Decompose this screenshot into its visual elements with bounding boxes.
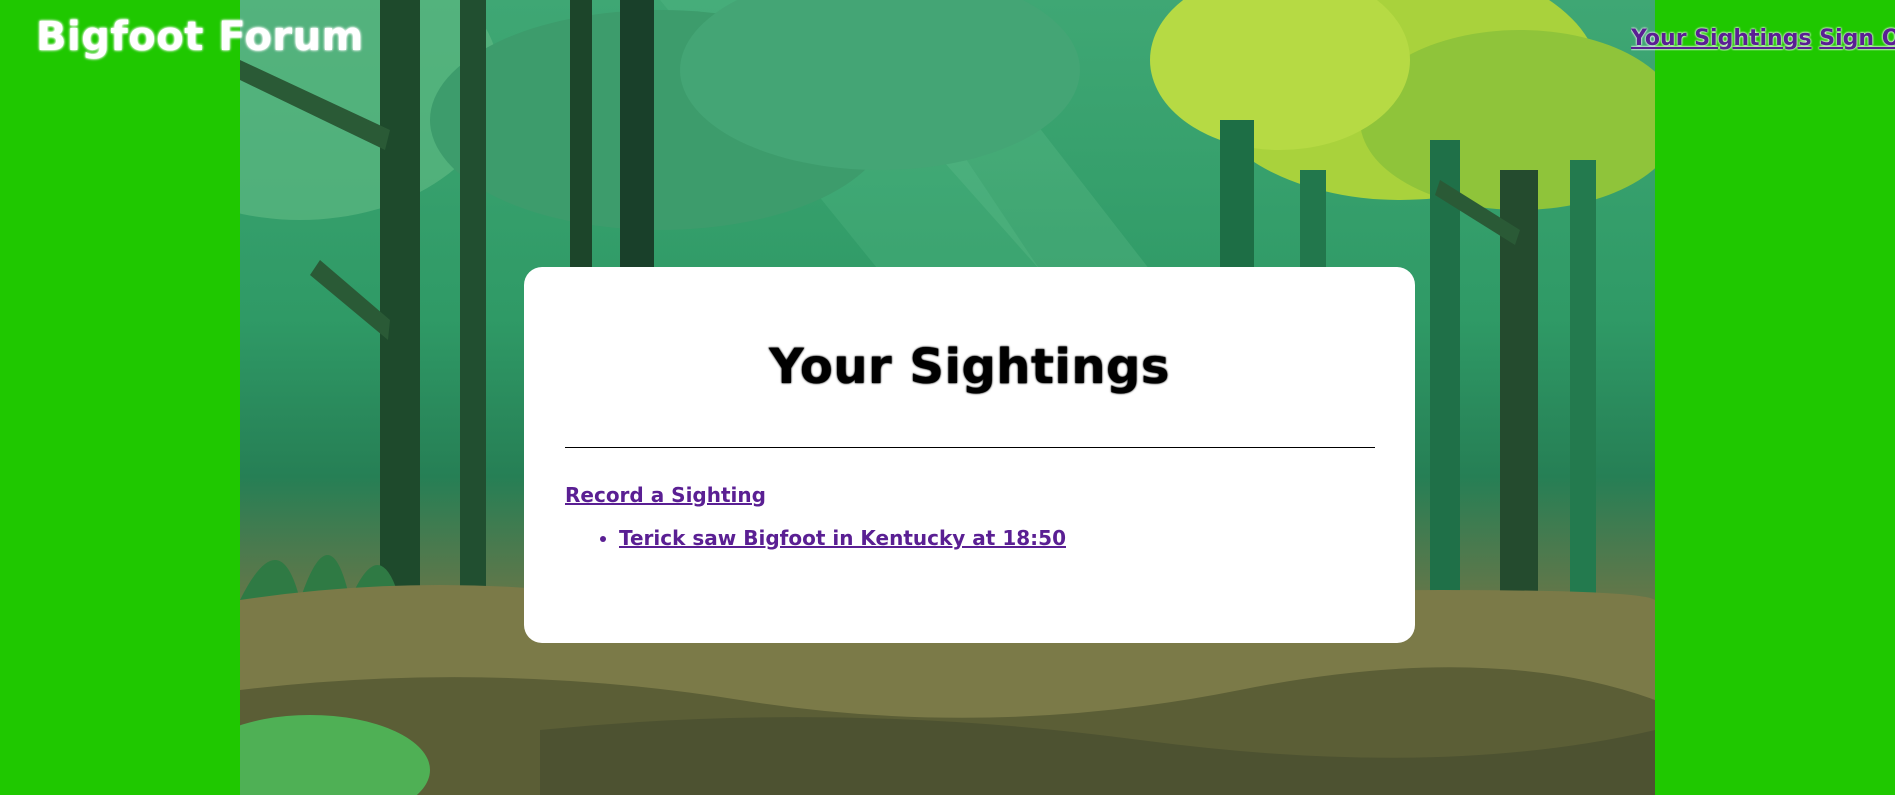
site-title: Bigfoot Forum bbox=[36, 14, 364, 60]
nav-sign-out-link[interactable]: Sign Out bbox=[1819, 26, 1895, 51]
divider bbox=[565, 447, 1375, 448]
top-navigation: Your Sightings Sign Out bbox=[1631, 26, 1895, 51]
record-sighting-link[interactable]: Record a Sighting bbox=[565, 483, 766, 507]
nav-your-sightings-link[interactable]: Your Sightings bbox=[1631, 26, 1812, 51]
list-item: Terick saw Bigfoot in Kentucky at 18:50 bbox=[619, 526, 1066, 550]
page: Bigfoot Forum Your Sightings Sign Out Yo… bbox=[0, 0, 1895, 795]
page-title: Your Sightings bbox=[769, 339, 1170, 395]
sightings-list: Terick saw Bigfoot in Kentucky at 18:50 bbox=[565, 526, 1066, 550]
sighting-link[interactable]: Terick saw Bigfoot in Kentucky at 18:50 bbox=[619, 526, 1066, 550]
sightings-card: Your Sightings Record a Sighting Terick … bbox=[524, 267, 1415, 643]
